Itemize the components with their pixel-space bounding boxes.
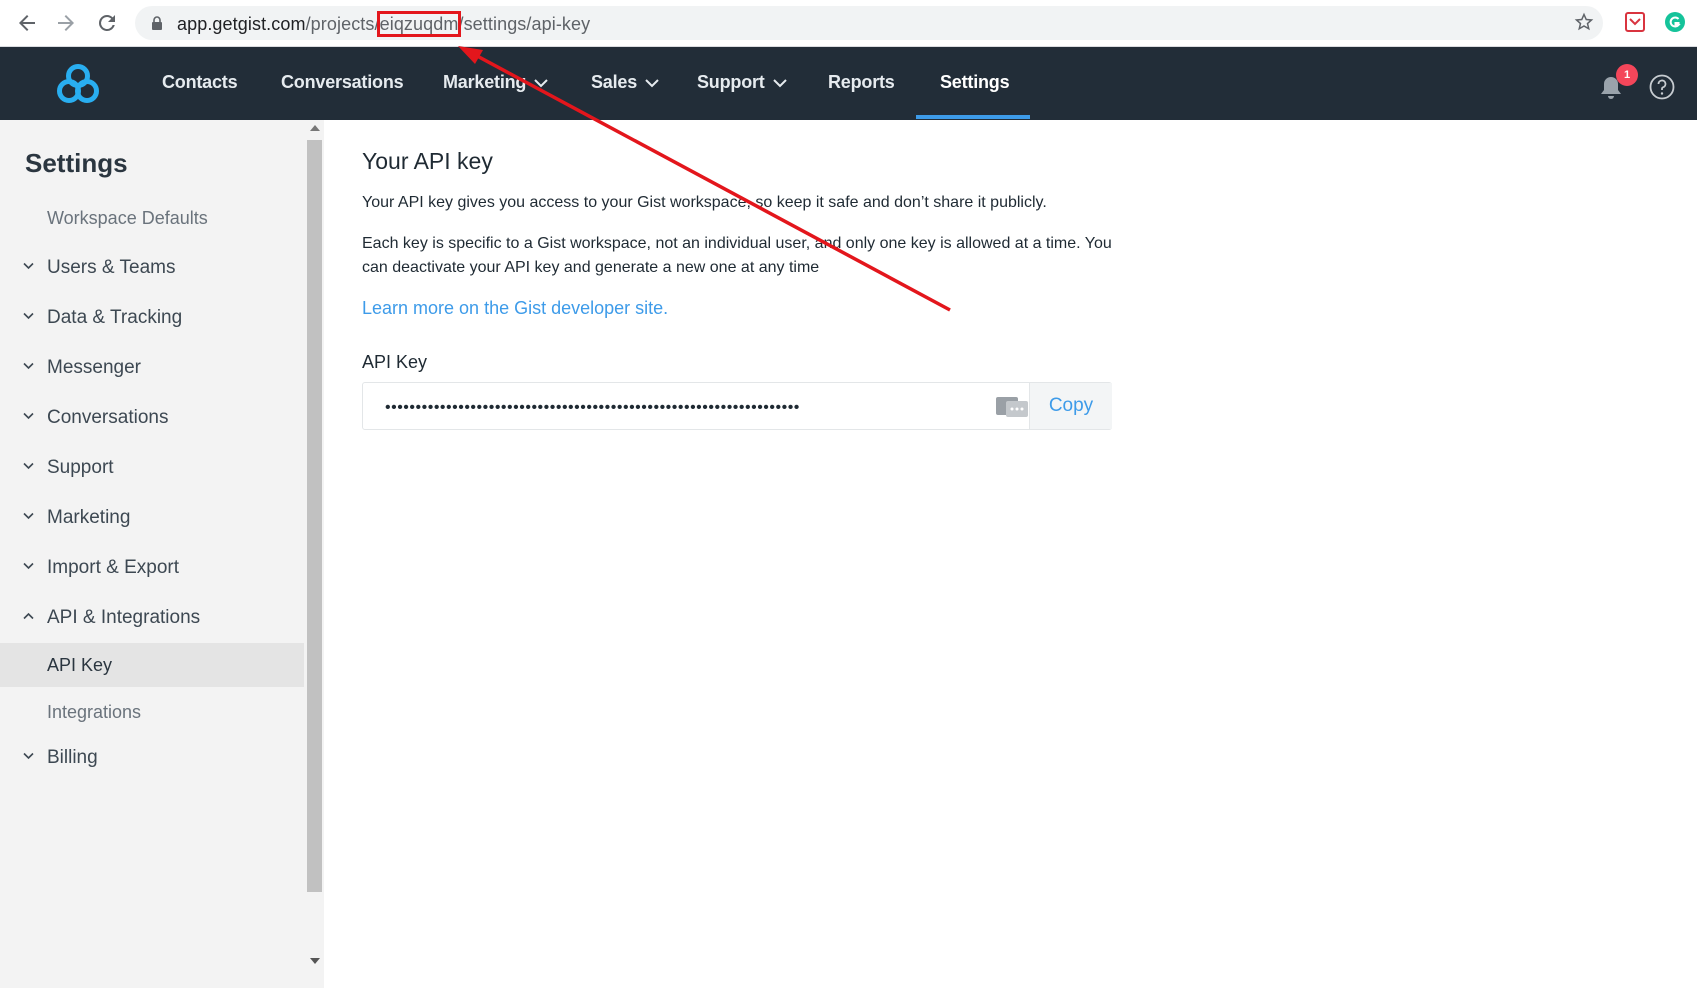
address-bar[interactable]: app.getgist.com/projects/eiqzuqdm/settin… [135,6,1603,40]
reload-icon[interactable] [95,11,119,35]
sidebar-item-api-integrations[interactable]: API & Integrations [0,596,304,640]
sidebar-item-users-teams[interactable]: Users & Teams [0,246,304,290]
url-project-id: eiqzuqdm [376,11,462,37]
sidebar-item-conversations[interactable]: Conversations [0,396,304,440]
sidebar-item-label: Integrations [47,702,142,722]
nav-reports[interactable]: Reports [828,47,895,120]
page-title: Your API key [362,148,493,174]
chevron-down-icon [645,79,659,88]
active-tab-indicator [916,115,1030,119]
copy-button[interactable]: Copy [1029,383,1112,429]
nav-reports-label: Reports [828,72,895,92]
sidebar-item-label: Support [47,457,114,478]
url-text: app.getgist.com/projects/eiqzuqdm/settin… [177,11,591,37]
password-manager-icon[interactable] [996,396,1028,418]
chevron-down-icon [23,412,34,420]
sidebar-item-label: API Key [47,655,113,675]
nav-settings-label: Settings [940,72,1010,92]
api-key-field: Copy [362,382,1112,430]
sidebar-item-label: Users & Teams [47,257,176,278]
nav-settings[interactable]: Settings [940,47,1010,120]
bookmark-star-icon[interactable] [1574,12,1594,32]
sidebar-item-workspace-defaults[interactable]: Workspace Defaults [0,196,304,240]
api-key-note-line-2: can deactivate your API key and generate… [362,259,820,276]
sidebar-scrollbar-thumb[interactable] [307,140,322,892]
sidebar-title: Settings [25,148,128,178]
chevron-down-icon [23,262,34,270]
sidebar-item-marketing[interactable]: Marketing [0,496,304,540]
api-key-input[interactable] [383,395,937,421]
sidebar-item-label: API & Integrations [47,607,201,628]
url-path-before: /projects/ [305,14,380,34]
scroll-up-icon[interactable] [310,125,320,131]
settings-sidebar: Settings Workspace Defaults Users & Team… [0,120,324,988]
sidebar-item-label: Workspace Defaults [47,208,208,228]
extension-pocket-icon[interactable] [1625,12,1645,32]
nav-support[interactable]: Support [697,47,787,120]
chevron-up-icon [23,612,34,620]
sidebar-item-support[interactable]: Support [0,446,304,490]
sidebar-item-label: Messenger [47,357,141,378]
nav-support-label: Support [697,72,765,92]
url-path-after: /settings/api-key [458,14,591,34]
api-key-description: Your API key gives you access to your Gi… [362,194,1047,211]
chevron-down-icon [772,79,787,88]
lock-icon [152,16,162,30]
nav-contacts[interactable]: Contacts [162,47,238,120]
chevron-down-icon [23,312,34,320]
help-icon[interactable] [1649,74,1675,100]
sidebar-item-api-key[interactable]: API Key [0,643,304,687]
sidebar-item-label: Import & Export [47,557,179,578]
gist-logo-icon[interactable] [56,63,100,105]
app-header: Contacts Conversations Marketing Sales S… [0,47,1697,120]
chevron-down-icon [23,752,34,760]
sidebar-item-label: Conversations [47,407,169,428]
back-icon[interactable] [15,11,39,35]
scroll-down-icon[interactable] [310,958,320,964]
chevron-down-icon [23,362,34,370]
developer-site-link[interactable]: Learn more on the Gist developer site. [362,298,668,319]
nav-conversations[interactable]: Conversations [281,47,404,120]
api-key-label: API Key [362,352,428,372]
nav-marketing[interactable]: Marketing [443,47,548,120]
nav-contacts-label: Contacts [162,72,238,92]
chevron-down-icon [534,79,548,88]
api-key-note-line-1: Each key is specific to a Gist workspace… [362,235,1112,252]
sidebar-item-label: Data & Tracking [47,307,183,328]
sidebar-item-integrations[interactable]: Integrations [0,690,304,734]
extension-grammarly-icon[interactable] [1664,11,1686,33]
nav-conversations-label: Conversations [281,72,404,92]
nav-sales-label: Sales [591,72,638,92]
chevron-down-icon [23,562,34,570]
forward-icon[interactable] [54,11,78,35]
browser-toolbar: app.getgist.com/projects/eiqzuqdm/settin… [0,0,1697,47]
chevron-down-icon [23,462,34,470]
chevron-down-icon [23,512,34,520]
sidebar-item-messenger[interactable]: Messenger [0,346,304,390]
nav-sales[interactable]: Sales [591,47,659,120]
sidebar-item-billing[interactable]: Billing [0,736,304,780]
nav-marketing-label: Marketing [443,72,527,92]
sidebar-item-data-tracking[interactable]: Data & Tracking [0,296,304,340]
sidebar-item-label: Billing [47,747,98,768]
sidebar-item-import-export[interactable]: Import & Export [0,546,304,590]
url-host: app.getgist.com [177,14,306,34]
notification-count-badge: 1 [1616,64,1638,86]
sidebar-item-label: Marketing [47,507,131,528]
